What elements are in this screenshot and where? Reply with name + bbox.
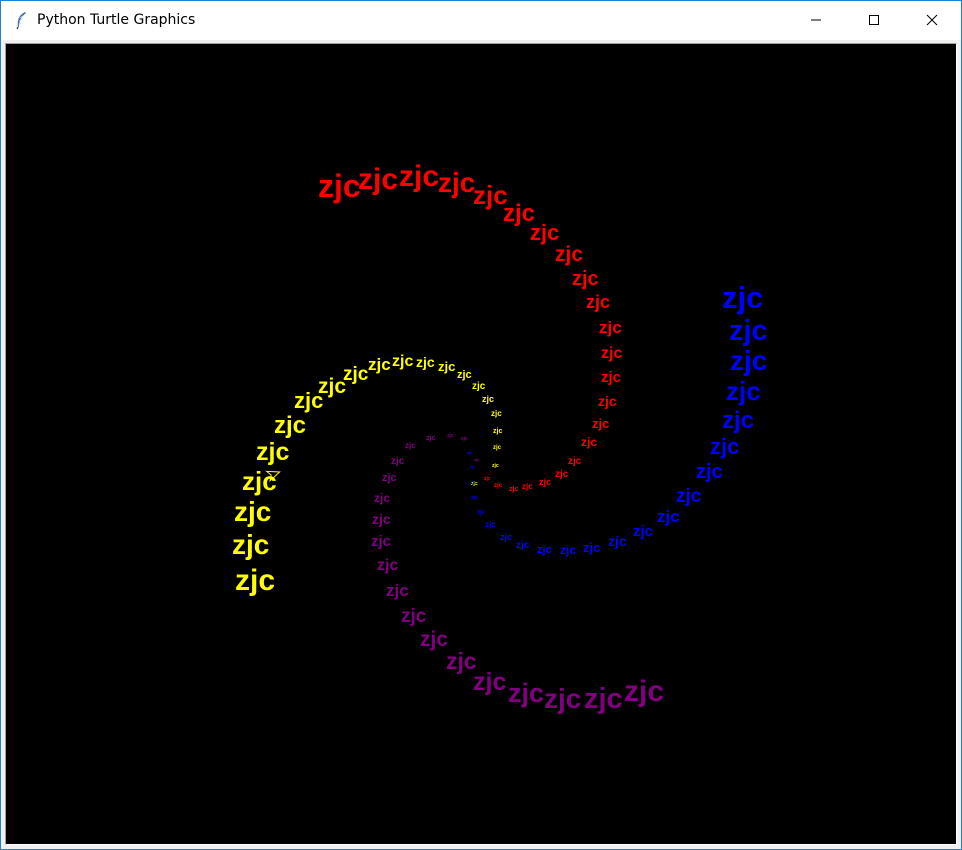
purple-arm-stamp: zjc	[371, 533, 391, 550]
blue-arm-stamp: zjc	[676, 486, 702, 507]
blue-arm-stamp: zjc	[583, 540, 600, 555]
purple-arm-stamp: zjc	[624, 675, 664, 708]
red-arm-stamp: zjc	[572, 268, 599, 290]
blue-arm-stamp: zjc	[537, 544, 552, 556]
title-bar[interactable]: Python Turtle Graphics	[1, 1, 961, 40]
red-arm-stamp: zjc	[555, 469, 569, 480]
purple-arm-stamp: zjc	[473, 668, 506, 696]
blue-arm-stamp: zjc	[722, 280, 763, 315]
blue-arm-stamp: zjc	[657, 507, 680, 526]
blue-arm-stamp: zjc	[470, 480, 477, 486]
yellow-arm-stamp: zjc	[242, 466, 277, 496]
turtle-canvas[interactable]: zjc zjc zjc zjc zjc zjc zjc zjc zjc zjc zjc zjc zjc z…	[5, 43, 957, 845]
red-arm-stamp: zjc	[581, 435, 597, 449]
yellow-arm-stamp: zjc	[256, 438, 289, 466]
blue-arm-stamp: zjc	[471, 495, 478, 501]
blue-arm-stamp: zjc	[729, 315, 768, 347]
red-arm-stamp: zjc	[568, 456, 582, 467]
red-arm-stamp: zjc	[530, 220, 559, 245]
yellow-arm-stamp: zjc	[482, 394, 494, 404]
blue-arm-stamp: zjc	[500, 532, 512, 542]
yellow-arm-stamp: zjc	[294, 388, 323, 413]
turtle-window: Python Turtle Graphics zjc zjc zjc zjc zjc zj…	[0, 0, 962, 850]
yellow-arm-stamp: zjc	[493, 428, 502, 435]
blue-arm-stamp: zjc	[726, 376, 761, 406]
maximize-button[interactable]	[845, 1, 903, 40]
red-arm-stamp: zjc	[592, 416, 609, 431]
yellow-arm-stamp: zjc	[438, 359, 455, 374]
blue-arm-stamp: zjc	[730, 345, 767, 376]
yellow-arm-stamp: zjc	[493, 445, 502, 451]
yellow-arm-stamp: zjc	[368, 355, 391, 374]
blue-arm-stamp: zjc	[477, 510, 486, 516]
window-title: Python Turtle Graphics	[37, 12, 196, 28]
red-arm-stamp: zjc	[484, 476, 491, 482]
blue-arm-stamp: zjc	[560, 543, 576, 557]
red-arm-stamp: zjc	[555, 243, 583, 266]
blue-arm-stamp: zjc	[470, 464, 476, 469]
red-arm-stamp: zjc	[522, 482, 533, 491]
red-arm-stamp: zjc	[601, 345, 622, 362]
red-arm-stamp: zjc	[539, 477, 551, 487]
blue-arm-stamp: zjc	[722, 407, 754, 434]
yellow-arm-stamp: zjc	[274, 412, 306, 439]
purple-arm-stamp: zjc	[508, 678, 544, 708]
purple-arm-stamp: zjc	[584, 683, 623, 715]
red-arm-stamp: zjc	[438, 167, 475, 198]
yellow-arm-stamp: zjc	[472, 381, 486, 392]
purple-arm-stamp: zjc	[372, 511, 391, 527]
close-icon	[926, 11, 938, 30]
purple-arm-stamp: zjc	[391, 456, 405, 467]
feather-icon	[11, 10, 31, 30]
blue-arm-stamp: zjc	[608, 533, 627, 549]
maximize-icon	[868, 11, 880, 30]
blue-arm-stamp: zjc	[710, 434, 739, 459]
yellow-arm-stamp: zjc	[416, 354, 435, 370]
blue-arm-stamp: zjc	[696, 461, 723, 483]
purple-arm-stamp: zjc	[405, 441, 416, 450]
yellow-arm-stamp: zjc	[235, 564, 275, 597]
yellow-arm-stamp: zjc	[234, 496, 271, 527]
purple-arm-stamp: zjc	[474, 457, 480, 462]
yellow-arm-stamp: zjc	[232, 529, 269, 560]
minimize-button[interactable]	[787, 1, 845, 40]
red-arm-stamp: zjc	[318, 168, 361, 204]
blue-arm-stamp: zjc	[633, 523, 653, 540]
red-arm-stamp: zjc	[494, 483, 503, 489]
yellow-arm-stamp: zjc	[392, 353, 413, 370]
blue-arm-stamp: zjc	[485, 520, 496, 529]
yellow-arm-stamp: zjc	[343, 364, 369, 385]
purple-arm-stamp: zjc	[377, 557, 398, 574]
purple-arm-stamp: zjc	[401, 606, 427, 627]
yellow-arm-stamp: zjc	[491, 409, 502, 418]
purple-arm-stamp: zjc	[461, 436, 468, 442]
purple-arm-stamp: zjc	[420, 628, 448, 651]
red-arm-stamp: zjc	[599, 318, 622, 337]
purple-arm-stamp: zjc	[382, 472, 397, 484]
purple-arm-stamp: zjc	[426, 435, 435, 442]
red-arm-stamp: zjc	[399, 160, 439, 193]
close-button[interactable]	[903, 1, 961, 40]
minimize-icon	[810, 11, 822, 30]
purple-arm-stamp: zjc	[544, 683, 581, 714]
purple-arm-stamp: zjc	[386, 581, 409, 600]
red-arm-stamp: zjc	[586, 292, 610, 312]
yellow-arm-stamp: zjc	[492, 463, 499, 469]
red-arm-stamp: zjc	[598, 393, 617, 409]
blue-arm-stamp: zjc	[467, 450, 473, 455]
yellow-arm-stamp: zjc	[457, 369, 472, 381]
purple-arm-stamp: zjc	[374, 491, 390, 505]
blue-arm-stamp: zjc	[516, 540, 530, 551]
red-arm-stamp: zjc	[601, 369, 621, 386]
red-arm-stamp: zjc	[509, 486, 518, 493]
purple-arm-stamp: zjc	[447, 433, 454, 439]
red-arm-stamp: zjc	[358, 163, 398, 196]
spiral-drawing: zjczjc zjczjczjczjczjczjczjczjczjczjczjcz…	[232, 160, 768, 715]
